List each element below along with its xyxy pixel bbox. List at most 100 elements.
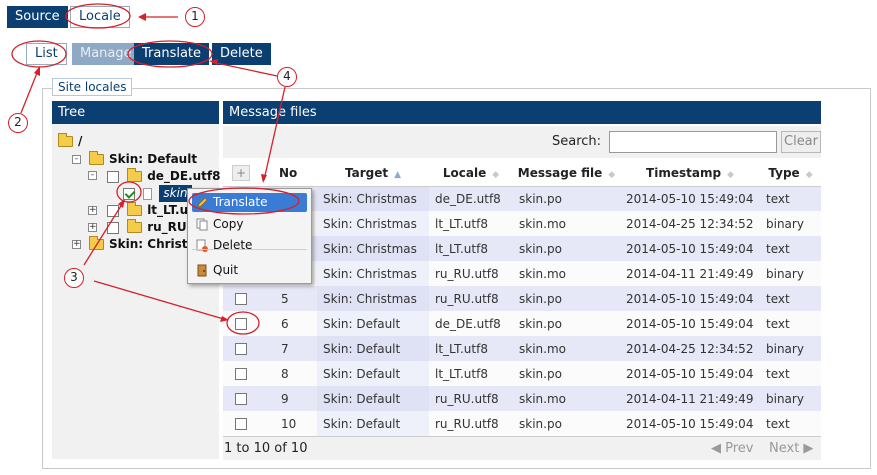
row-checkbox[interactable] <box>235 368 247 380</box>
tree-checkbox[interactable] <box>107 204 119 217</box>
sort-icon: ◆ <box>727 169 734 180</box>
tree-node-skin-default[interactable]: Skin: Default <box>89 151 197 168</box>
prev-icon: ◀ <box>711 441 726 456</box>
sort-icon: ◆ <box>492 169 500 180</box>
cell-type: text <box>760 186 821 211</box>
tree-node-skin-file[interactable]: skin <box>123 185 192 202</box>
row-checkbox-cell <box>223 361 259 386</box>
table-row[interactable]: Skin: Christmas lt_LT.utf8 skin.po 2014-05-… <box>223 236 821 261</box>
copy-icon <box>196 218 208 231</box>
next-button[interactable]: Next ▶ <box>769 441 813 456</box>
pencil-icon <box>197 197 208 208</box>
tree-node-ru-ru[interactable]: ru_RU. <box>107 219 191 236</box>
table-row[interactable]: Skin: Christmas ru_RU.utf8 skin.mo 2014-04-… <box>223 261 821 286</box>
column-target[interactable]: Target ▲ <box>317 160 429 187</box>
cell-target: Skin: Christmas <box>317 286 429 311</box>
table-row[interactable]: 6 Skin: Default de_DE.utf8 skin.po 2014-05-1… <box>223 311 821 336</box>
column-timestamp[interactable]: Timestamp ◆ <box>620 160 760 187</box>
tree-node-label: Skin: Default <box>109 152 198 166</box>
search-input[interactable] <box>609 131 777 153</box>
menu-item-translate[interactable]: Translate <box>192 193 307 212</box>
folder-icon <box>58 133 73 147</box>
table-row[interactable]: 10 Skin: Default ru_RU.utf8 skin.po 2014-05-… <box>223 411 821 436</box>
tab-source[interactable]: Source <box>7 6 68 28</box>
add-column-header: + <box>223 160 259 187</box>
cell-timestamp: 2014-04-11 21:49:49 <box>620 261 760 286</box>
table-row[interactable]: Skin: Christmas lt_LT.utf8 skin.mo 2014-04-… <box>223 211 821 236</box>
cell-no: 8 <box>259 361 317 386</box>
menu-item-delete[interactable]: Delete <box>192 236 307 255</box>
table-header-row: + No Target ▲ Locale ◆ Message file ◆ Times… <box>223 160 821 187</box>
prev-button[interactable]: ◀ Prev <box>711 441 754 456</box>
tab-manage: Manage <box>72 43 140 65</box>
column-label: Timestamp <box>646 165 722 180</box>
folder-icon <box>89 236 104 250</box>
expand-icon[interactable]: + <box>88 206 97 215</box>
row-checkbox[interactable] <box>235 293 247 305</box>
search-label: Search: <box>552 134 602 149</box>
table-row[interactable]: 7 Skin: Default lt_LT.utf8 skin.mo 2014-04-2… <box>223 336 821 361</box>
cell-file: skin.po <box>513 311 620 336</box>
cell-timestamp: 2014-05-10 15:49:04 <box>620 411 760 436</box>
row-checkbox-cell <box>223 411 259 436</box>
folder-icon <box>127 202 143 216</box>
tree-checkbox[interactable] <box>107 221 119 234</box>
delete-file-icon <box>196 239 208 252</box>
expand-icon[interactable]: + <box>72 240 81 249</box>
cell-timestamp: 2014-04-11 21:49:49 <box>620 386 760 411</box>
column-label: Message file <box>517 165 603 180</box>
tab-locale[interactable]: Locale <box>70 6 130 28</box>
grid-header: Message files <box>223 101 821 124</box>
arrow-2 <box>20 67 40 114</box>
cell-locale: lt_LT.utf8 <box>429 361 513 386</box>
tree-checkbox-checked[interactable] <box>123 187 135 200</box>
cell-file: skin.po <box>513 186 620 211</box>
column-locale[interactable]: Locale ◆ <box>429 160 513 187</box>
cell-type: text <box>760 286 821 311</box>
table-row[interactable]: 9 Skin: Default ru_RU.utf8 skin.mo 2014-04-1… <box>223 386 821 411</box>
tab-translate[interactable]: Translate <box>134 43 210 65</box>
tree-checkbox[interactable] <box>107 170 119 183</box>
cell-file: skin.po <box>513 236 620 261</box>
tab-list[interactable]: List <box>26 43 67 65</box>
cell-file: skin.mo <box>513 336 620 361</box>
tree-node-lt-lt[interactable]: lt_LT.ut <box>107 202 194 219</box>
menu-item-copy[interactable]: Copy <box>192 215 307 234</box>
menu-item-quit[interactable]: Quit <box>192 261 307 280</box>
tree-node-de-de[interactable]: de_DE.utf8 <box>107 168 220 185</box>
tab-delete[interactable]: Delete <box>212 43 271 65</box>
row-checkbox[interactable] <box>235 393 247 405</box>
cell-timestamp: 2014-05-10 15:49:04 <box>620 311 760 336</box>
collapse-icon[interactable]: - <box>88 171 97 180</box>
cell-timestamp: 2014-05-10 15:49:04 <box>620 361 760 386</box>
table-row[interactable]: 8 Skin: Default lt_LT.utf8 skin.po 2014-05-1… <box>223 361 821 386</box>
arrowhead-2 <box>34 66 40 76</box>
row-checkbox[interactable] <box>235 418 247 430</box>
clear-button[interactable]: Clear <box>781 131 821 153</box>
column-message-file[interactable]: Message file ◆ <box>513 160 620 187</box>
row-checkbox[interactable] <box>235 343 247 355</box>
column-label: Type <box>768 165 800 180</box>
menu-item-label: Quit <box>213 263 239 277</box>
cell-target: Skin: Christmas <box>317 186 429 211</box>
tree-node-label: ru_RU. <box>147 220 192 234</box>
cell-target: Skin: Christmas <box>317 236 429 261</box>
cell-type: binary <box>760 336 821 361</box>
cell-no: 7 <box>259 336 317 361</box>
table-row[interactable]: 5 Skin: Christmas ru_RU.utf8 skin.po 2014-05… <box>223 286 821 311</box>
folder-icon <box>127 168 143 182</box>
pagination-range: 1 to 10 of 10 <box>224 441 308 456</box>
plus-icon[interactable]: + <box>232 164 250 181</box>
tree-node-skin-christmas[interactable]: Skin: Christm <box>89 236 200 253</box>
cell-file: skin.mo <box>513 211 620 236</box>
row-checkbox[interactable] <box>235 318 247 330</box>
column-label: Target <box>344 165 389 180</box>
column-type[interactable]: Type ◆ <box>760 160 821 187</box>
tree-header: Tree <box>52 101 219 124</box>
column-no[interactable]: No <box>259 160 317 187</box>
collapse-icon[interactable]: - <box>72 155 81 164</box>
file-icon <box>143 187 153 200</box>
table-row[interactable]: Skin: Christmas de_DE.utf8 skin.po 2014-05-… <box>223 186 821 211</box>
expand-icon[interactable]: + <box>88 223 97 232</box>
tree-root[interactable]: / <box>58 133 82 150</box>
